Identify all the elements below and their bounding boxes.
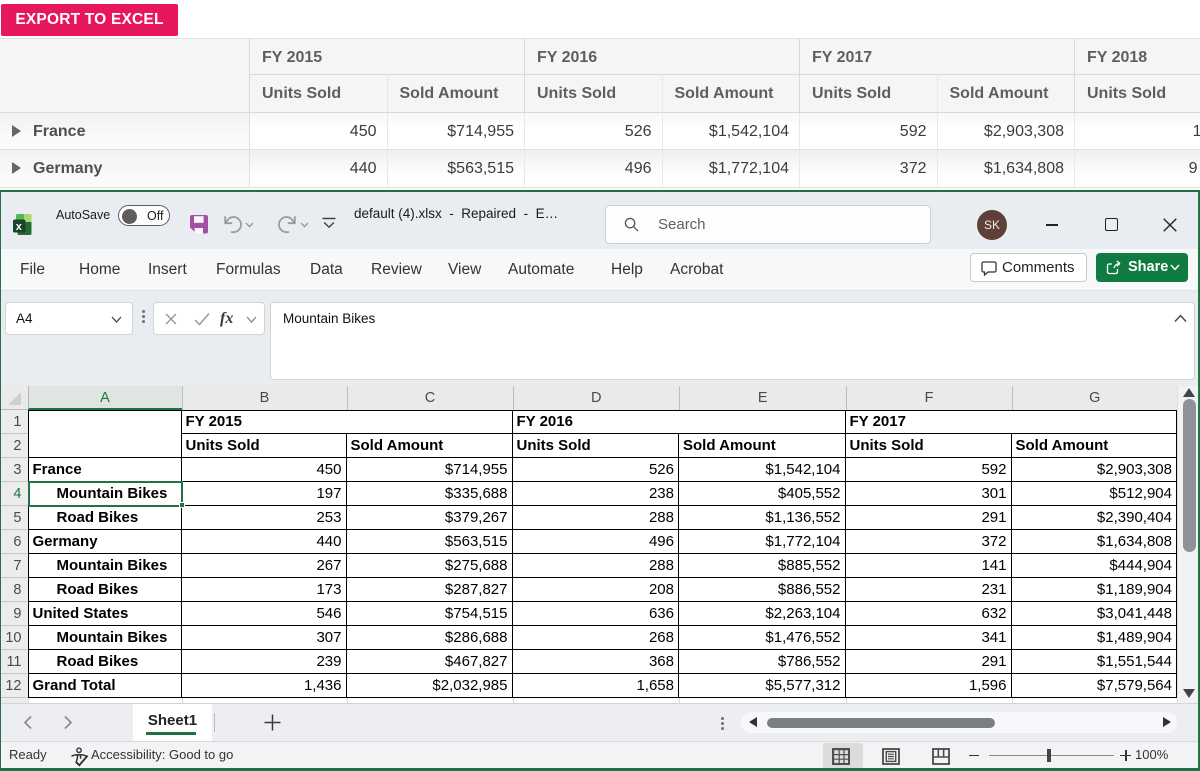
svg-text:x: x bbox=[16, 221, 23, 233]
